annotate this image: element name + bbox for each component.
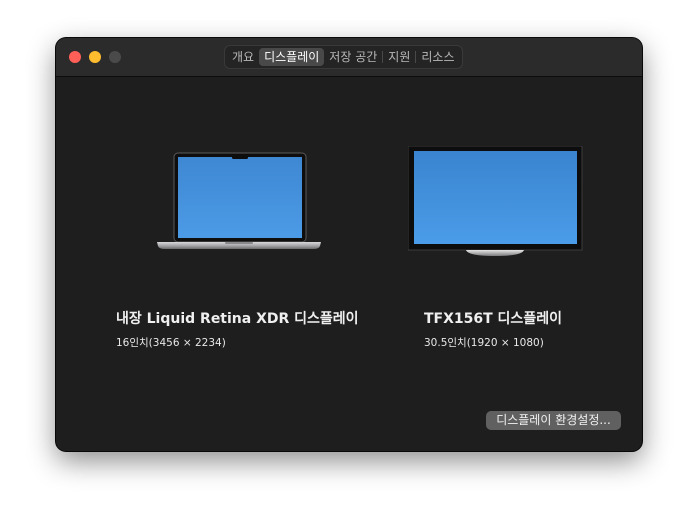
external-display-name: TFX156T 디스플레이 <box>424 311 562 327</box>
tab-storage[interactable]: 저장 공간 <box>324 48 382 66</box>
tab-overview[interactable]: 개요 <box>227 48 259 66</box>
title-bar: 개요 디스플레이 저장 공간 지원 리소스 <box>56 38 642 77</box>
builtin-display-spec: 16인치(3456 × 2234) <box>116 337 226 349</box>
close-button[interactable] <box>69 51 81 63</box>
zoom-button <box>109 51 121 63</box>
minimize-button[interactable] <box>89 51 101 63</box>
about-this-mac-window: 개요 디스플레이 저장 공간 지원 리소스 내장 Liquid Retina X… <box>56 38 642 451</box>
tab-support[interactable]: 지원 <box>383 48 415 66</box>
builtin-display-name: 내장 Liquid Retina XDR 디스플레이 <box>116 311 359 327</box>
tab-resources[interactable]: 리소스 <box>416 48 459 66</box>
tab-displays[interactable]: 디스플레이 <box>259 48 325 66</box>
display-preferences-button[interactable]: 디스플레이 환경설정... <box>486 411 621 430</box>
laptop-icon <box>157 152 321 249</box>
tab-bar: 개요 디스플레이 저장 공간 지원 리소스 <box>224 45 463 69</box>
external-display-spec: 30.5인치(1920 × 1080) <box>424 337 544 349</box>
monitor-icon <box>408 146 583 256</box>
